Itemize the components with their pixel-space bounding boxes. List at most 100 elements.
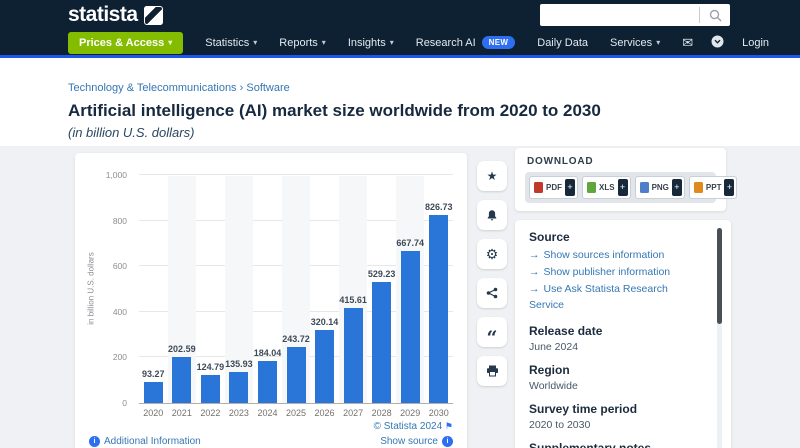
bar[interactable] [400, 250, 420, 403]
x-tick-label: 2021 [171, 408, 192, 418]
chart-toolbar: ★ ⚙ “ [477, 161, 507, 386]
bar[interactable] [143, 381, 163, 403]
x-tick-label: 2024 [257, 408, 278, 418]
breadcrumb-separator: › [239, 82, 244, 94]
nav-research-ai[interactable]: Research AI NEW [416, 36, 516, 49]
nav-prices-access[interactable]: Prices & Access ▾ [68, 31, 184, 54]
bar[interactable] [286, 347, 306, 403]
x-tick-label: 2030 [428, 408, 449, 418]
citation-quote-button[interactable]: “ [477, 317, 507, 348]
nav-daily-data[interactable]: Daily Data [537, 37, 588, 49]
share-button[interactable] [477, 278, 507, 308]
mail-icon[interactable]: ✉ [682, 36, 693, 49]
y-axis: 0 200 400 600 800 1,000 [105, 170, 127, 408]
logo-text: statista [68, 3, 138, 26]
login-label: Login [742, 36, 770, 49]
settings-gear-button[interactable]: ⚙ [477, 239, 507, 269]
nav-label: Prices & Access [79, 36, 165, 49]
download-format-label: PNG [651, 183, 669, 192]
x-tick-label: 2022 [200, 408, 221, 418]
bar-2028[interactable]: 529.23 [367, 176, 396, 403]
search-icon[interactable] [700, 9, 730, 22]
survey-period-heading: Survey time period [529, 402, 638, 417]
plus-icon[interactable]: + [724, 179, 735, 196]
new-badge: NEW [481, 36, 516, 49]
download-format-label: XLS [599, 183, 615, 192]
arrow-icon: → [529, 249, 540, 261]
download-pdf-button[interactable]: PDF + [529, 176, 578, 199]
arrow-icon: → [529, 282, 540, 295]
page-subtitle: (in billion U.S. dollars) [68, 125, 195, 140]
download-format-label: PPT [705, 183, 722, 192]
scrollbar-thumb[interactable] [717, 228, 722, 324]
x-tick-label: 2026 [314, 408, 335, 418]
chart-card: 0 200 400 600 800 1,000 in billion U.S. dolla… [75, 153, 467, 448]
main-content: 0 200 400 600 800 1,000 in billion U.S. dolla… [0, 146, 800, 448]
show-source-link[interactable]: Show source i [380, 436, 453, 447]
metadata-scrollbar[interactable] [717, 228, 722, 448]
show-sources-link[interactable]: → Show sources information [529, 247, 701, 264]
bar[interactable] [343, 308, 363, 403]
bar-2023[interactable]: 135.93 [224, 176, 254, 403]
nav-label: Services [610, 36, 653, 49]
bar-2024[interactable]: 184.04 [253, 176, 282, 403]
statista-logo[interactable]: statista [68, 3, 163, 27]
bar[interactable] [372, 282, 392, 403]
chart-copyright: © Statista 2024 ⚑ [373, 421, 453, 432]
bar-2027[interactable]: 415.61 [338, 176, 368, 403]
download-tray: PDF + XLS + PNG + PPT + [525, 172, 738, 203]
download-ppt-button[interactable]: PPT + [688, 176, 738, 199]
print-button[interactable] [477, 356, 507, 386]
show-source-label: Show source [380, 436, 438, 447]
nav-label: Statistics [205, 36, 250, 49]
additional-information-link[interactable]: i Additional Information [89, 436, 201, 447]
bar-2030[interactable]: 826.73 [424, 176, 453, 403]
plot-area: in billion U.S. dollars 93.27 202.59 124.7… [87, 174, 453, 404]
breadcrumb-category[interactable]: Technology & Telecommunications [68, 82, 237, 94]
x-axis: 2020 2021 2022 2023 2024 2025 2026 2027 2028 2029… [139, 408, 453, 418]
bar[interactable] [200, 374, 220, 403]
login-link[interactable]: Login [742, 37, 769, 49]
nav-reports[interactable]: Reports ▾ [279, 37, 326, 49]
plus-icon[interactable]: + [617, 179, 628, 196]
download-format-label: PDF [546, 183, 562, 192]
ppt-file-icon [693, 182, 703, 193]
bar[interactable] [257, 361, 277, 403]
x-tick-label: 2028 [371, 408, 392, 418]
chevron-down-icon: ▾ [168, 38, 173, 47]
notification-bell-button[interactable] [477, 200, 507, 230]
metadata-panel: Source → Show sources information → Show p… [515, 220, 731, 448]
download-card: DOWNLOAD PDF + XLS + PNG + PPT + [515, 148, 738, 211]
supplementary-notes-heading: Supplementary notes [529, 441, 701, 448]
bar[interactable] [229, 372, 249, 403]
nav-label: Daily Data [537, 36, 588, 49]
nav-insights[interactable]: Insights ▾ [348, 37, 394, 49]
breadcrumb-subcategory[interactable]: Software [246, 82, 289, 94]
show-publisher-link[interactable]: → Show publisher information [529, 264, 701, 281]
bar-2020[interactable]: 93.27 [139, 176, 168, 403]
region-value: Worldwide [529, 380, 578, 393]
download-heading: DOWNLOAD [527, 156, 594, 167]
download-xls-button[interactable]: XLS + [582, 176, 631, 199]
breadcrumb: Technology & Telecommunications › Softwa… [68, 82, 800, 94]
nav-label: Reports [279, 36, 318, 49]
bar-2025[interactable]: 243.72 [281, 176, 311, 403]
favorite-star-button[interactable]: ★ [477, 161, 507, 191]
plus-icon[interactable]: + [671, 179, 682, 196]
bar[interactable] [429, 214, 449, 403]
chevron-down-icon: ▾ [656, 38, 661, 47]
search-input[interactable] [540, 4, 699, 26]
y-axis-title: in billion U.S. dollars [86, 252, 96, 325]
flag-icon[interactable]: ⚑ [445, 421, 453, 431]
ask-statista-link[interactable]: → Use Ask Statista Research Service [529, 281, 701, 315]
main-navigation: Prices & Access ▾ Statistics ▾ Reports ▾… [0, 30, 800, 58]
plus-icon[interactable]: + [565, 179, 575, 196]
search-bar[interactable] [540, 4, 730, 26]
nav-services[interactable]: Services ▾ [610, 37, 660, 49]
bar-2026[interactable]: 320.14 [310, 176, 339, 403]
globe-language-icon[interactable] [711, 35, 724, 50]
nav-statistics[interactable]: Statistics ▾ [205, 37, 257, 49]
region-heading: Region [529, 363, 570, 378]
bar[interactable] [315, 330, 335, 403]
download-png-button[interactable]: PNG + [634, 176, 685, 199]
